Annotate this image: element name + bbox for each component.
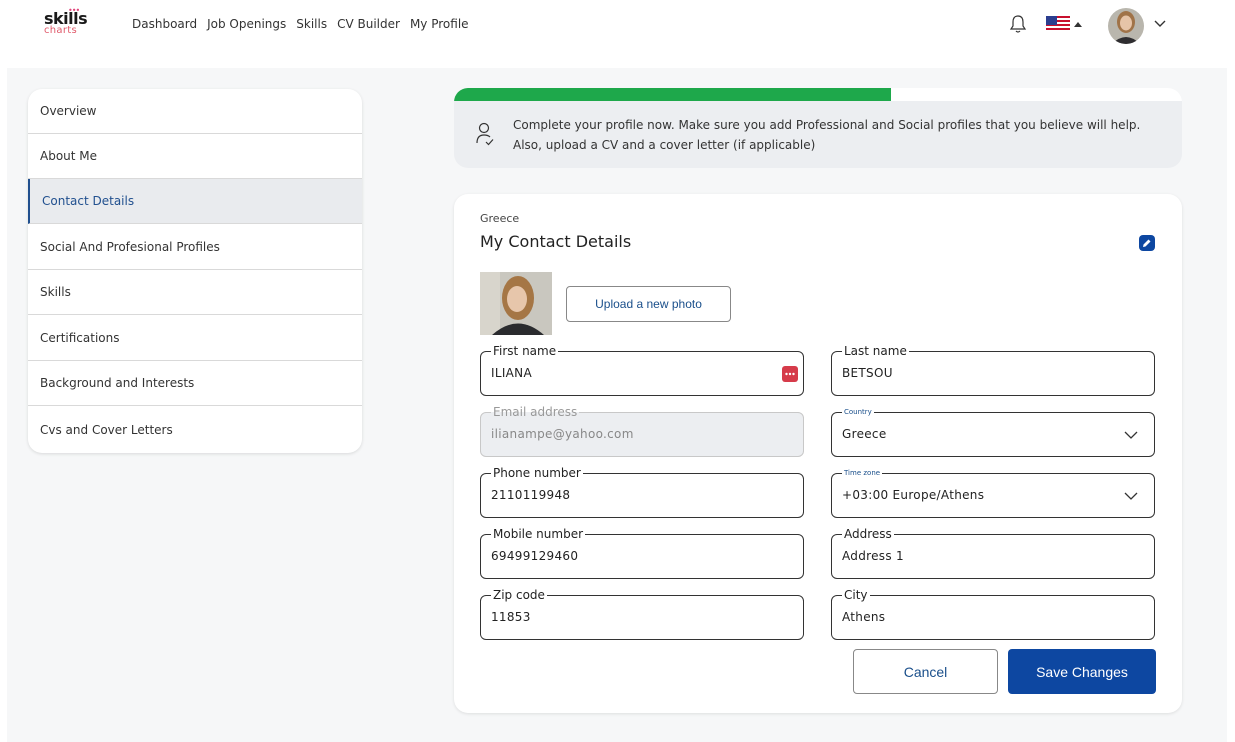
profile-photo bbox=[480, 272, 552, 335]
email-label: Email address bbox=[491, 405, 580, 419]
profile-progress-card: Complete your profile now. Make sure you… bbox=[454, 88, 1182, 168]
email-field: Email address ilianampe@yahoo.com bbox=[480, 405, 804, 457]
chevron-down-icon[interactable] bbox=[1124, 491, 1138, 501]
zip-code-label: Zip code bbox=[491, 588, 547, 602]
zip-code-value: 11853 bbox=[491, 610, 531, 624]
progress-message: Complete your profile now. Make sure you… bbox=[513, 118, 1141, 152]
country-select[interactable]: Country Greece bbox=[831, 408, 1155, 457]
sidebar-item-overview[interactable]: Overview bbox=[28, 89, 362, 134]
nav-job-openings[interactable]: Job Openings bbox=[207, 17, 286, 31]
bell-icon[interactable] bbox=[1009, 14, 1027, 34]
timezone-value: +03:00 Europe/Athens bbox=[842, 488, 985, 502]
edit-button[interactable] bbox=[1139, 235, 1155, 251]
address-value: Address 1 bbox=[842, 549, 904, 563]
sidebar-item-label: Background and Interests bbox=[40, 376, 195, 390]
nav-skills[interactable]: Skills bbox=[296, 17, 327, 31]
city-label: City bbox=[842, 588, 870, 602]
phone-field[interactable]: Phone number 2110119948 bbox=[480, 466, 804, 518]
email-value: ilianampe@yahoo.com bbox=[491, 427, 634, 441]
phone-value: 2110119948 bbox=[491, 488, 571, 502]
sidebar-item-label: About Me bbox=[40, 149, 98, 163]
country-value: Greece bbox=[842, 427, 887, 441]
country-label: Country bbox=[842, 408, 874, 417]
first-name-field[interactable]: First name ILIANA bbox=[480, 344, 804, 396]
mobile-label: Mobile number bbox=[491, 527, 586, 541]
main-nav: Dashboard Job Openings Skills CV Builder… bbox=[132, 17, 479, 31]
nav-cv-builder[interactable]: CV Builder bbox=[337, 17, 400, 31]
card-country: Greece bbox=[480, 212, 520, 225]
progress-track bbox=[454, 88, 1182, 101]
nav-dashboard[interactable]: Dashboard bbox=[132, 17, 197, 31]
city-field[interactable]: City Athens bbox=[831, 588, 1155, 640]
sidebar-item-social-profiles[interactable]: Social And Profesional Profiles bbox=[28, 225, 362, 270]
first-name-value: ILIANA bbox=[491, 366, 532, 380]
sidebar-item-label: Overview bbox=[40, 104, 97, 118]
password-manager-icon[interactable] bbox=[782, 366, 798, 382]
logo-dots: ••• bbox=[68, 6, 80, 15]
mobile-field[interactable]: Mobile number 69499129460 bbox=[480, 527, 804, 579]
us-flag-icon[interactable] bbox=[1046, 16, 1070, 32]
save-changes-button[interactable]: Save Changes bbox=[1008, 649, 1156, 694]
more-dots-icon bbox=[785, 372, 795, 376]
nav-my-profile[interactable]: My Profile bbox=[410, 17, 469, 31]
page-title: My Contact Details bbox=[480, 232, 632, 251]
sidebar-item-label: Skills bbox=[40, 285, 71, 299]
address-label: Address bbox=[842, 527, 894, 541]
timezone-label: Time zone bbox=[842, 469, 883, 478]
sidebar-item-about-me[interactable]: About Me bbox=[28, 134, 362, 179]
caret-up-icon[interactable] bbox=[1074, 22, 1082, 27]
sidebar-item-label: Social And Profesional Profiles bbox=[40, 240, 220, 254]
zip-code-field[interactable]: Zip code 11853 bbox=[480, 588, 804, 640]
person-check-icon bbox=[476, 122, 494, 146]
mobile-value: 69499129460 bbox=[491, 549, 579, 563]
last-name-value: BETSOU bbox=[842, 366, 893, 380]
sidebar-item-label: Certifications bbox=[40, 331, 120, 345]
pencil-icon bbox=[1143, 239, 1151, 247]
last-name-field[interactable]: Last name BETSOU bbox=[831, 344, 1155, 396]
logo-line2: charts bbox=[44, 25, 78, 36]
cancel-button[interactable]: Cancel bbox=[853, 649, 998, 694]
sidebar-item-cvs[interactable]: Cvs and Cover Letters bbox=[28, 407, 362, 452]
top-navbar: skills ••• charts Dashboard Job Openings… bbox=[0, 0, 1235, 52]
sidebar-item-contact-details[interactable]: Contact Details bbox=[28, 179, 362, 224]
sidebar-item-background[interactable]: Background and Interests bbox=[28, 361, 362, 406]
chevron-down-icon[interactable] bbox=[1153, 18, 1167, 28]
sidebar-item-skills[interactable]: Skills bbox=[28, 270, 362, 315]
upload-photo-button[interactable]: Upload a new photo bbox=[566, 286, 731, 322]
phone-label: Phone number bbox=[491, 466, 583, 480]
sidebar-item-certifications[interactable]: Certifications bbox=[28, 316, 362, 361]
progress-bar-fill bbox=[454, 88, 891, 101]
chevron-down-icon[interactable] bbox=[1124, 430, 1138, 440]
address-field[interactable]: Address Address 1 bbox=[831, 527, 1155, 579]
last-name-label: Last name bbox=[842, 344, 909, 358]
skillscharts-logo[interactable]: skills ••• charts bbox=[44, 6, 92, 39]
sidebar-item-label: Contact Details bbox=[42, 194, 135, 208]
contact-details-card: Greece My Contact Details Upload a new p… bbox=[454, 194, 1182, 713]
profile-sidebar: Overview About Me Contact Details Social… bbox=[28, 89, 362, 453]
timezone-select[interactable]: Time zone +03:00 Europe/Athens bbox=[831, 469, 1155, 518]
sidebar-item-label: Cvs and Cover Letters bbox=[40, 422, 173, 437]
user-avatar[interactable] bbox=[1108, 8, 1144, 44]
city-value: Athens bbox=[842, 610, 886, 624]
first-name-label: First name bbox=[491, 344, 559, 358]
